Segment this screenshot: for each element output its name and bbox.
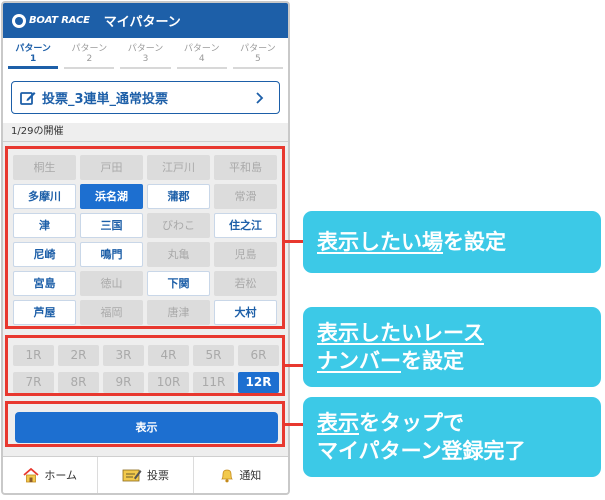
- callout-text: を設定: [401, 349, 464, 373]
- callout-line: ナンバーを設定: [317, 347, 601, 375]
- show-connector: [285, 423, 305, 426]
- tab-number: 2: [86, 54, 93, 64]
- callout-line: 表示をタップで: [317, 409, 601, 437]
- boatrace-logo-icon: [12, 13, 26, 28]
- tab-number: 3: [142, 54, 149, 64]
- tab-label: パターン: [71, 44, 108, 54]
- callout-line: 表示したいレース: [317, 319, 601, 347]
- venue-connector: [285, 240, 305, 243]
- nav-home[interactable]: ホーム: [3, 457, 99, 493]
- nav-vote[interactable]: 投票: [98, 457, 194, 493]
- tab-pattern-4[interactable]: パターン 4: [174, 38, 230, 71]
- chevron-right-icon: [256, 92, 264, 104]
- callout-line: マイパターン登録完了: [317, 439, 526, 463]
- tab-pattern-2[interactable]: パターン 2: [61, 38, 117, 71]
- race-callout: 表示したいレース ナンバーを設定: [303, 307, 601, 387]
- callout-emphasis: 表示したいレース: [317, 321, 484, 345]
- ticket-icon: [122, 469, 142, 482]
- app-header: BOAT RACE マイパターン: [3, 3, 288, 38]
- callout-line: 表示したい場を設定: [317, 228, 601, 256]
- show-callout: 表示をタップで マイパターン登録完了: [303, 397, 601, 477]
- nav-home-label: ホーム: [44, 469, 77, 482]
- venue-highlight-box: [5, 146, 285, 329]
- bottom-nav: ホーム 投票 通知: [3, 456, 288, 493]
- nav-vote-label: 投票: [146, 469, 169, 482]
- tab-pattern-3[interactable]: パターン 3: [117, 38, 173, 71]
- callout-emphasis: 表示: [317, 411, 359, 435]
- home-icon: [23, 467, 39, 482]
- tab-label: パターン: [240, 44, 276, 54]
- vote-type-bar: 投票_3連単_通常投票: [3, 71, 288, 123]
- tab-number: 5: [255, 54, 261, 64]
- tab-number: 4: [198, 54, 205, 64]
- bell-icon: [221, 469, 234, 482]
- page-title: マイパターン: [103, 15, 181, 30]
- callout-emphasis: 表示したい場: [317, 230, 443, 254]
- stage: BOAT RACE マイパターン パターン 1 パターン 2 パターン 3 パターン 4…: [0, 0, 605, 500]
- divider: [3, 141, 288, 142]
- tab-pattern-1[interactable]: パターン 1: [5, 38, 61, 71]
- callout-emphasis: ナンバー: [317, 349, 401, 373]
- race-connector: [285, 364, 305, 367]
- venue-callout: 表示したい場を設定: [303, 211, 601, 273]
- edit-icon: [20, 91, 36, 105]
- callout-text: を設定: [443, 230, 506, 254]
- tab-number: 1: [29, 54, 37, 64]
- show-highlight-box: [5, 401, 285, 447]
- logo-text: BOAT RACE: [29, 15, 90, 26]
- tab-pattern-5[interactable]: パターン 5: [230, 38, 286, 71]
- nav-notification-label: 通知: [239, 469, 262, 482]
- callout-text: をタップで: [359, 411, 464, 435]
- vote-type-button[interactable]: 投票_3連単_通常投票: [11, 81, 280, 114]
- nav-notification[interactable]: 通知: [194, 457, 288, 493]
- pattern-tabs: パターン 1 パターン 2 パターン 3 パターン 4 パターン 5: [3, 38, 288, 71]
- tab-label: パターン: [183, 44, 220, 54]
- race-date-label: 1/29の開催: [3, 123, 288, 141]
- tab-label: パターン: [127, 44, 164, 54]
- race-highlight-box: [5, 335, 285, 396]
- tab-label: パターン: [15, 44, 51, 54]
- vote-type-label: 投票_3連単_通常投票: [42, 92, 169, 107]
